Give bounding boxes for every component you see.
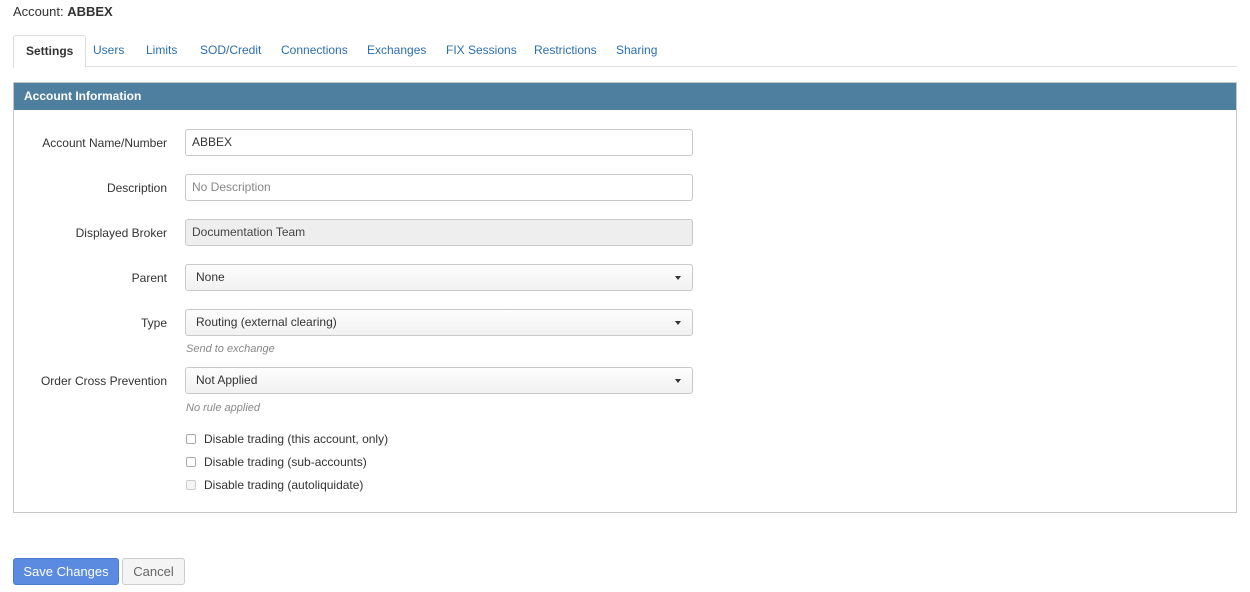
checkbox-label: Disable trading (sub-accounts) [204,455,367,469]
tab-connections[interactable]: Connections [269,35,360,67]
tab-settings[interactable]: Settings [13,35,87,68]
displayed-broker-label: Displayed Broker [75,226,167,240]
disable-trading-autoliquidate-checkbox [186,480,196,490]
account-name-title: ABBEX [67,4,113,19]
page-title: Account: ABBEX [13,4,113,19]
description-input[interactable]: No Description [185,174,693,201]
disable-trading-sub-accounts-option[interactable]: Disable trading (sub-accounts) [186,454,367,470]
caret-down-icon [675,321,681,325]
order-cross-prevention-value: Not Applied [196,373,258,387]
caret-down-icon [675,379,681,383]
save-changes-button[interactable]: Save Changes [13,558,119,585]
description-label: Description [106,181,167,195]
tab-sharing[interactable]: Sharing [604,35,669,67]
checkbox-label: Disable trading (this account, only) [204,432,389,446]
caret-down-icon [675,276,681,280]
account-information-panel: Account Information Account Name/Number … [13,82,1237,513]
parent-label: Parent [131,271,167,285]
order-cross-prevention-label: Order Cross Prevention [40,374,167,388]
tab-bar: Settings Users Limits SOD/Credit Connect… [13,35,1237,68]
disable-trading-this-account-option[interactable]: Disable trading (this account, only) [186,431,388,447]
disable-trading-autoliquidate-option: Disable trading (autoliquidate) [186,477,363,493]
tab-limits[interactable]: Limits [134,35,189,67]
type-help-text: Send to exchange [186,343,275,355]
type-select-value: Routing (external clearing) [196,315,337,329]
panel-heading: Account Information [14,83,1236,110]
account-name-label: Account Name/Number [42,136,167,150]
type-select[interactable]: Routing (external clearing) [185,309,693,336]
cancel-button[interactable]: Cancel [122,558,185,585]
account-name-input[interactable]: ABBEX [185,129,693,156]
order-cross-prevention-help: No rule applied [186,402,260,414]
disable-trading-this-account-checkbox[interactable] [186,434,196,444]
tab-sod-credit[interactable]: SOD/Credit [188,35,273,67]
page-title-prefix: Account: [13,4,64,19]
parent-select-value: None [196,270,225,284]
disable-trading-sub-accounts-checkbox[interactable] [186,457,196,467]
tab-restrictions[interactable]: Restrictions [522,35,609,67]
tab-exchanges[interactable]: Exchanges [355,35,438,67]
tab-users[interactable]: Users [81,35,136,67]
checkbox-label: Disable trading (autoliquidate) [204,478,364,492]
order-cross-prevention-select[interactable]: Not Applied [185,367,693,394]
parent-select[interactable]: None [185,264,693,291]
type-label: Type [140,316,167,330]
tab-fix-sessions[interactable]: FIX Sessions [434,35,529,67]
displayed-broker-field: Documentation Team [185,219,693,246]
